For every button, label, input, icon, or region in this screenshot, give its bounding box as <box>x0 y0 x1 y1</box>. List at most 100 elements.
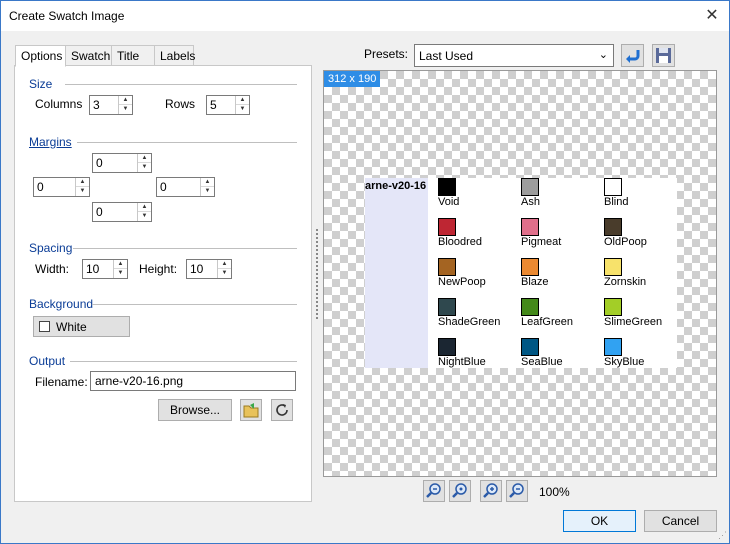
chevron-down-icon: ⌄ <box>598 49 608 61</box>
swatch-name: ShadeGreen <box>438 316 501 328</box>
browse-button[interactable]: Browse... <box>158 399 232 421</box>
swatch-color-chip <box>438 258 456 276</box>
swatch-color-chip <box>604 258 622 276</box>
presets-value: Last Used <box>419 49 474 63</box>
spacing-height-stepper[interactable]: 10 ▲ ▼ <box>186 259 232 279</box>
columns-label: Columns <box>35 97 83 111</box>
swatch-color-chip <box>604 218 622 236</box>
swatch-name: SlimeGreen <box>604 316 663 328</box>
cancel-label: Cancel <box>661 514 700 528</box>
swatch-cell: SkyBlue <box>594 338 674 378</box>
tab-label: Labels <box>160 49 196 63</box>
save-preset-button[interactable] <box>652 44 675 67</box>
divider <box>73 248 297 249</box>
presets-label: Presets: <box>364 47 409 61</box>
preview-canvas[interactable]: 312 x 190 arne-v20-16 Void Ash Blind Bloodr… <box>323 70 717 477</box>
background-section-label: Background <box>29 297 94 311</box>
reset-button[interactable] <box>271 399 293 421</box>
swatch-cell: NightBlue <box>428 338 508 378</box>
apply-preset-button[interactable] <box>621 44 644 67</box>
swatch-cell: SlimeGreen <box>594 298 674 338</box>
spin-down-icon[interactable]: ▼ <box>218 269 231 278</box>
zoom-fit-button[interactable] <box>423 480 445 502</box>
swatch-title-column: arne-v20-16 <box>365 178 428 368</box>
tab-label: Title <box>117 49 140 63</box>
zoom-in-button[interactable] <box>480 480 502 502</box>
spacing-height-label: Height: <box>139 262 178 276</box>
swatch-cell: Void <box>428 178 508 218</box>
rows-stepper[interactable]: 5 ▲ ▼ <box>206 95 250 115</box>
spacing-section-label: Spacing <box>29 241 73 255</box>
swatch-name: NewPoop <box>438 276 486 288</box>
presets-select[interactable]: Last Used ⌄ <box>414 44 614 67</box>
swatch-color-chip <box>604 178 622 196</box>
tab-labels[interactable]: Labels <box>154 45 196 66</box>
margin-bottom-value: 0 <box>96 205 103 219</box>
open-folder-button[interactable] <box>240 399 262 421</box>
spin-up-icon[interactable]: ▲ <box>76 178 89 187</box>
zoom-actual-icon <box>452 483 467 498</box>
swatch-name: OldPoop <box>604 236 647 248</box>
floppy-disk-icon <box>656 48 671 63</box>
swatch-cell: Bloodred <box>428 218 508 258</box>
swatch-cell: LeafGreen <box>511 298 591 338</box>
resize-grip-icon[interactable]: ⋰ <box>718 530 727 541</box>
tab-swatch[interactable]: Swatch <box>65 45 112 66</box>
columns-stepper[interactable]: 3 ▲ ▼ <box>89 95 133 115</box>
swatch-image: arne-v20-16 Void Ash Blind Bloodred Pigmeat O… <box>365 178 677 368</box>
spin-down-icon[interactable]: ▼ <box>76 187 89 196</box>
background-value: White <box>56 320 87 334</box>
swatch-cell: Pigmeat <box>511 218 591 258</box>
dialog-window: Create Swatch Image ✕ Options Swatch Tit… <box>0 0 730 544</box>
zoom-actual-button[interactable] <box>449 480 471 502</box>
close-icon[interactable]: ✕ <box>697 1 727 31</box>
spacing-width-stepper[interactable]: 10 ▲ ▼ <box>82 259 128 279</box>
divider <box>92 304 297 305</box>
cancel-button[interactable]: Cancel <box>644 510 717 532</box>
folder-icon <box>243 403 259 418</box>
columns-value: 3 <box>93 98 100 112</box>
filename-input[interactable]: arne-v20-16.png <box>90 371 296 391</box>
spacing-width-value: 10 <box>86 262 100 276</box>
swatch-name: NightBlue <box>438 356 486 368</box>
swatch-cell: OldPoop <box>594 218 674 258</box>
spin-up-icon[interactable]: ▲ <box>119 96 132 105</box>
spacing-height-value: 10 <box>190 262 204 276</box>
zoom-out-button[interactable] <box>506 480 528 502</box>
spin-up-icon[interactable]: ▲ <box>236 96 249 105</box>
swatch-name: SkyBlue <box>604 356 645 368</box>
spin-up-icon[interactable]: ▲ <box>114 260 127 269</box>
spin-up-icon[interactable]: ▲ <box>218 260 231 269</box>
spin-up-icon[interactable]: ▲ <box>138 203 151 212</box>
divider <box>70 361 297 362</box>
tab-options[interactable]: Options <box>15 45 66 67</box>
swatch-color-chip <box>521 338 539 356</box>
browse-label: Browse... <box>169 403 220 417</box>
divider <box>65 84 297 85</box>
swatch-cell: Zornskin <box>594 258 674 298</box>
spin-up-icon[interactable]: ▲ <box>201 178 214 187</box>
spin-down-icon[interactable]: ▼ <box>119 105 132 114</box>
margin-right-stepper[interactable]: 0 ▲ ▼ <box>156 177 215 197</box>
margin-bottom-stepper[interactable]: 0 ▲ ▼ <box>92 202 152 222</box>
spin-up-icon[interactable]: ▲ <box>138 154 151 163</box>
margin-left-stepper[interactable]: 0 ▲ ▼ <box>33 177 90 197</box>
margin-right-value: 0 <box>160 180 167 194</box>
ok-button[interactable]: OK <box>563 510 636 532</box>
swatch-cell: Ash <box>511 178 591 218</box>
background-color-button[interactable]: White <box>33 316 130 337</box>
swatch-name: Void <box>438 196 460 208</box>
swatch-color-chip <box>521 298 539 316</box>
spin-down-icon[interactable]: ▼ <box>138 163 151 172</box>
splitter-grip[interactable] <box>316 229 319 319</box>
swatch-cell: Blaze <box>511 258 591 298</box>
spin-down-icon[interactable]: ▼ <box>201 187 214 196</box>
options-panel: Size Columns 3 ▲ ▼ Rows 5 ▲ ▼ Margins 0 ▲ ▼… <box>14 65 312 502</box>
spin-down-icon[interactable]: ▼ <box>138 212 151 221</box>
spin-down-icon[interactable]: ▼ <box>236 105 249 114</box>
tab-title[interactable]: Title <box>111 45 155 66</box>
margin-top-stepper[interactable]: 0 ▲ ▼ <box>92 153 152 173</box>
color-chip-icon <box>39 321 50 332</box>
swatch-name: Ash <box>521 196 540 208</box>
spin-down-icon[interactable]: ▼ <box>114 269 127 278</box>
